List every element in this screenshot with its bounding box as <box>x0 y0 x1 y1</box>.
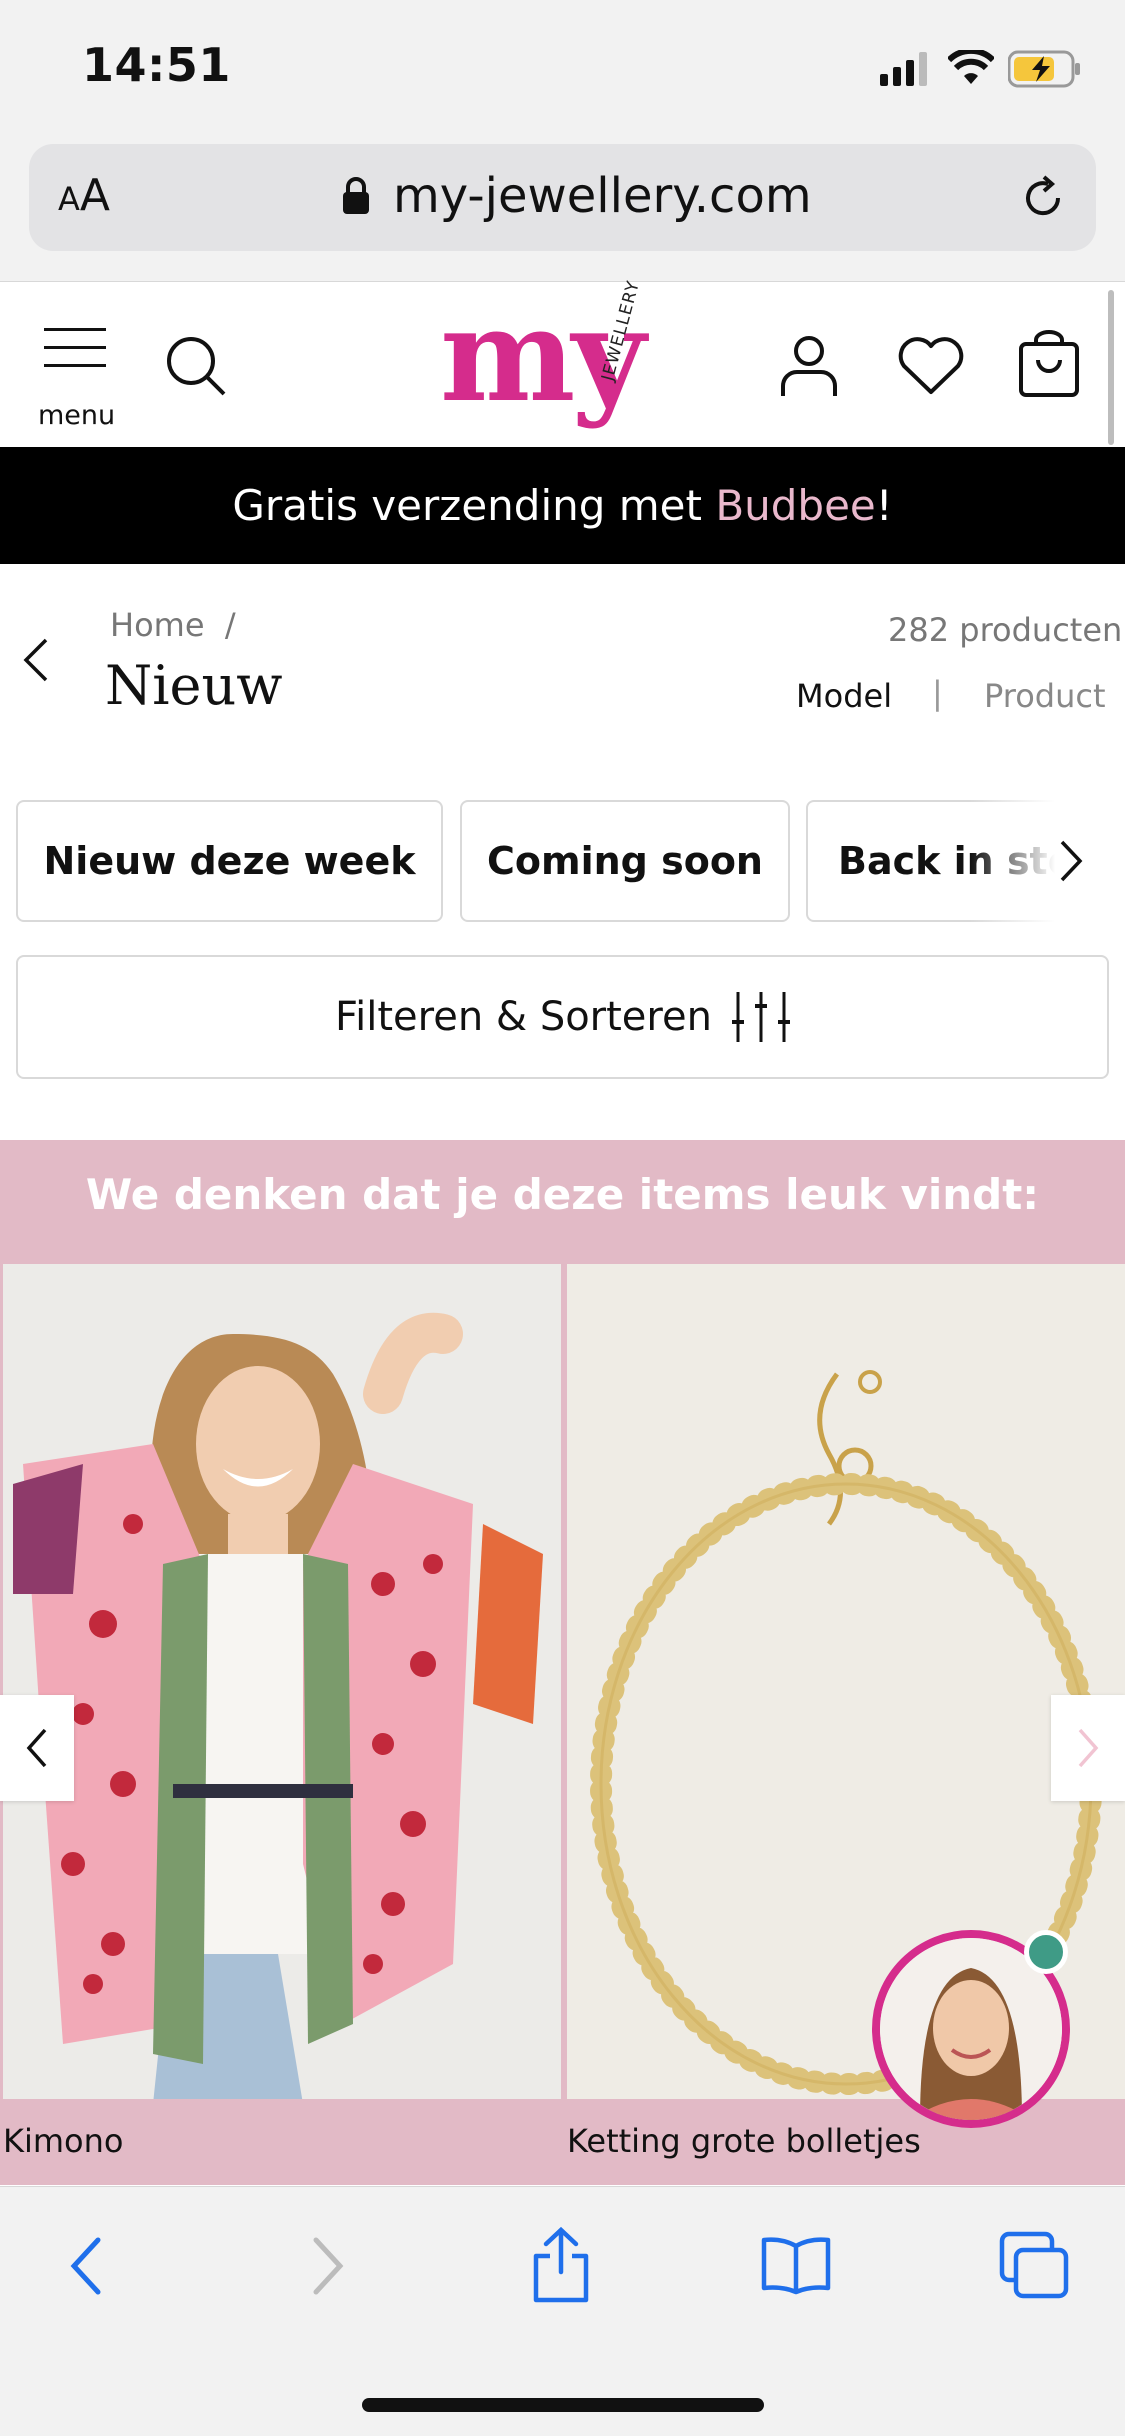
page-scrollbar[interactable] <box>1108 290 1114 445</box>
chevron-right-icon <box>1078 1728 1099 1768</box>
lock-icon <box>343 177 369 214</box>
product-image-kimono[interactable] <box>3 1264 561 2099</box>
status-time: 14:51 <box>82 38 231 92</box>
text-size-button[interactable]: AA <box>58 170 110 221</box>
recommendations-title: We denken dat je deze items leuk vindt: <box>85 1170 1040 1219</box>
share-icon[interactable] <box>530 2226 592 2304</box>
chevron-left-icon <box>26 1728 47 1768</box>
search-icon[interactable] <box>164 334 228 398</box>
shopping-bag-icon[interactable] <box>1018 330 1080 398</box>
bookmarks-icon[interactable] <box>760 2234 832 2296</box>
url-text[interactable]: my-jewellery.com <box>393 168 812 224</box>
online-status-dot <box>1024 1930 1068 1974</box>
view-toggle-product[interactable]: Product <box>984 677 1106 715</box>
battery-charging-icon <box>1008 50 1080 88</box>
product-count: 282 producten <box>888 611 1123 649</box>
home-indicator[interactable] <box>362 2398 764 2412</box>
carousel-prev-button[interactable] <box>0 1695 74 1801</box>
breadcrumb[interactable]: Home / <box>110 606 236 644</box>
back-chevron-icon[interactable] <box>20 636 52 684</box>
chips-fade-overlay <box>970 800 1125 922</box>
banner-accent: Budbee <box>715 481 876 530</box>
carousel-next-button[interactable] <box>1051 1695 1125 1801</box>
account-icon[interactable] <box>780 334 838 398</box>
hamburger-menu-icon[interactable] <box>44 326 106 370</box>
product-caption-kimono[interactable]: Kimono <box>3 2122 123 2160</box>
wifi-icon <box>948 50 994 84</box>
menu-label[interactable]: menu <box>38 400 115 431</box>
page-title: Nieuw <box>105 654 283 717</box>
filter-sort-label: Filteren & Sorteren <box>335 994 712 1040</box>
cellular-signal-icon <box>880 52 927 86</box>
tabs-icon[interactable] <box>998 2230 1070 2300</box>
reload-icon[interactable] <box>1018 173 1068 223</box>
chip-coming-soon[interactable]: Coming soon <box>460 800 790 922</box>
back-icon[interactable] <box>66 2236 104 2296</box>
sliders-icon <box>731 992 790 1042</box>
chip-nieuw-deze-week[interactable]: Nieuw deze week <box>16 800 443 922</box>
product-caption-ketting[interactable]: Ketting grote bolletjes <box>567 2122 921 2160</box>
wishlist-heart-icon[interactable] <box>896 336 966 396</box>
view-toggle-separator: | <box>932 674 943 712</box>
forward-icon[interactable] <box>310 2236 348 2296</box>
view-toggle-model[interactable]: Model <box>796 677 892 715</box>
shipping-banner: Gratis verzending met Budbee! <box>0 447 1125 564</box>
chips-scroll-right-icon[interactable] <box>1056 838 1086 884</box>
filter-sort-button[interactable]: Filteren & Sorteren <box>16 955 1109 1079</box>
